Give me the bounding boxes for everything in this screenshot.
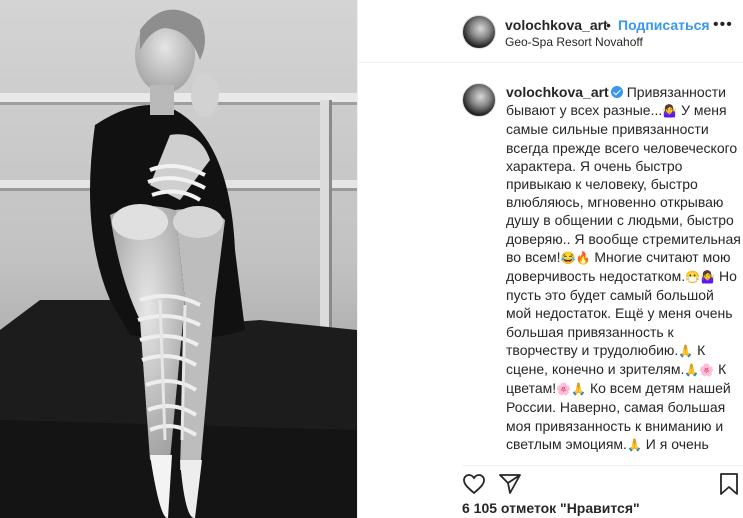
post-sidebar: volochkova_art • Подписаться Geo-Spa Res… — [357, 0, 743, 518]
ballerina-photo-illustration — [0, 0, 357, 518]
caption-emoji: 🌸🙏 — [556, 382, 587, 397]
likes-count[interactable]: 6 105 отметок "Нравится" — [462, 500, 640, 516]
caption-avatar[interactable] — [462, 83, 496, 117]
separator-dot: • — [606, 17, 611, 33]
caption-emoji: 😂🔥 — [560, 250, 591, 265]
post-header: volochkova_art • Подписаться Geo-Spa Res… — [358, 0, 743, 63]
verified-badge-icon — [610, 86, 623, 98]
location-link[interactable]: Geo-Spa Resort Novahoff — [505, 35, 643, 49]
avatar[interactable] — [462, 15, 496, 49]
caption-username[interactable]: volochkova_art — [506, 84, 609, 100]
caption-emoji: 🙏 — [678, 343, 694, 358]
header-username[interactable]: volochkova_art — [505, 17, 608, 33]
instagram-post: volochkova_art • Подписаться Geo-Spa Res… — [0, 0, 743, 518]
caption-section: volochkova_art Привязанности бывают у все… — [462, 83, 743, 455]
caption-emoji: 🙏 — [626, 437, 642, 452]
caption-emoji: 😷🤷‍♀️ — [685, 270, 716, 285]
more-options-button[interactable]: ••• — [713, 16, 733, 34]
caption-part: У меня самые сильные привязанности всегд… — [506, 102, 741, 265]
follow-button[interactable]: Подписаться — [618, 17, 710, 33]
post-photo[interactable] — [0, 0, 357, 518]
caption-emoji: 🤷‍♀️ — [662, 104, 678, 119]
caption-emoji: 🙏🌸 — [684, 363, 715, 378]
heart-icon[interactable] — [462, 472, 486, 501]
caption-text: volochkova_art Привязанности бывают у все… — [506, 83, 742, 455]
bookmark-icon[interactable] — [718, 472, 740, 501]
action-bar — [462, 465, 743, 502]
share-icon[interactable] — [498, 472, 522, 501]
